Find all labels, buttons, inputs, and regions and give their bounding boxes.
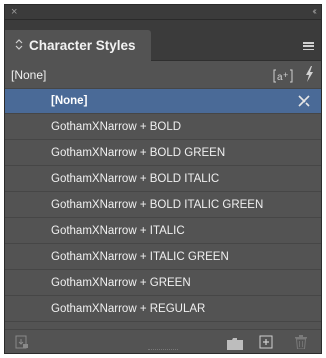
list-item-style[interactable]: GothamXNarrow + BOLD GREEN: [5, 140, 321, 166]
current-style-value: [None]: [11, 68, 47, 82]
list-item-none[interactable]: [None]: [5, 88, 321, 114]
svg-text:+: +: [283, 70, 288, 80]
list-item-label: GothamXNarrow + BOLD GREEN: [51, 146, 226, 159]
list-item-label: [None]: [51, 95, 88, 107]
list-item-label: GothamXNarrow + GREEN: [51, 276, 191, 289]
resize-grip[interactable]: [148, 349, 178, 352]
list-item-label: GothamXNarrow + BOLD: [51, 120, 182, 133]
close-icon[interactable]: ×: [11, 5, 17, 19]
list-item-style[interactable]: GothamXNarrow + REGULAR: [5, 296, 321, 322]
panel-tabbar: Character Styles: [5, 20, 321, 61]
list-item-style[interactable]: GothamXNarrow + ITALIC: [5, 218, 321, 244]
list-item-label: GothamXNarrow + ITALIC GREEN: [51, 250, 229, 263]
folder-icon[interactable]: [227, 337, 243, 350]
locked-icon: [297, 94, 311, 111]
list-item-style[interactable]: GothamXNarrow + BOLD ITALIC: [5, 166, 321, 192]
panel-titlebar: × ‹‹: [5, 5, 321, 20]
list-item-style[interactable]: GothamXNarrow + BOLD: [5, 114, 321, 140]
panel-footer: [5, 329, 321, 353]
load-styles-icon[interactable]: [15, 335, 29, 349]
character-styles-panel: × ‹‹ Character Styles [None] a + [None] …: [4, 4, 322, 354]
hamburger-menu-icon[interactable]: [303, 42, 314, 50]
tab-character-styles[interactable]: Character Styles: [5, 30, 151, 61]
create-style-override-icon[interactable]: a +: [273, 69, 293, 83]
list-item-label: GothamXNarrow + BOLD ITALIC: [51, 172, 220, 185]
current-style-row: [None] a +: [5, 62, 321, 88]
quick-apply-lightning-icon[interactable]: [304, 66, 314, 85]
list-item-style[interactable]: GothamXNarrow + BOLD ITALIC GREEN: [5, 192, 321, 218]
chevron-updown-icon[interactable]: [15, 38, 23, 53]
new-style-icon[interactable]: [259, 335, 273, 349]
collapse-panel-icon[interactable]: ‹‹: [312, 5, 316, 19]
style-list: [None] GothamXNarrow + BOLD GothamXNarro…: [5, 88, 321, 322]
tab-label: Character Styles: [29, 38, 136, 53]
list-item-label: GothamXNarrow + REGULAR: [51, 302, 206, 315]
list-item-label: GothamXNarrow + ITALIC: [51, 224, 185, 237]
list-item-style[interactable]: GothamXNarrow + GREEN: [5, 270, 321, 296]
trash-icon[interactable]: [295, 335, 307, 350]
list-item-label: GothamXNarrow + BOLD ITALIC GREEN: [51, 198, 264, 211]
list-item-style[interactable]: GothamXNarrow + ITALIC GREEN: [5, 244, 321, 270]
